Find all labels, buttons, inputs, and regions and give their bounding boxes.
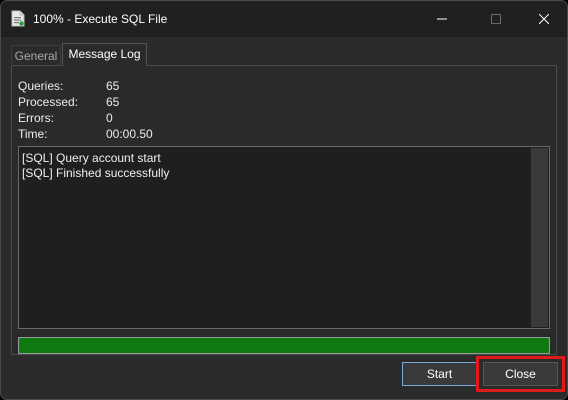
title-bar[interactable]: 100% - Execute SQL File: [1, 1, 567, 37]
time-value: 00:00.50: [106, 127, 153, 141]
close-button[interactable]: Close: [483, 362, 558, 386]
processed-value: 65: [106, 95, 120, 109]
log-line: [SQL] Finished successfully: [22, 166, 170, 180]
log-scrollbar[interactable]: [531, 148, 548, 327]
processed-label: Processed:: [18, 95, 79, 109]
close-icon: [539, 14, 549, 24]
maximize-icon: [491, 14, 501, 24]
progress-bar: [18, 337, 550, 354]
minimize-button[interactable]: [419, 1, 465, 37]
sql-file-icon: [11, 10, 25, 27]
start-button[interactable]: Start: [402, 362, 477, 386]
log-line: [SQL] Query account start: [22, 151, 161, 165]
message-log-textbox[interactable]: [SQL] Query account start [SQL] Finished…: [18, 146, 550, 329]
window-close-button[interactable]: [521, 1, 567, 37]
time-label: Time:: [18, 127, 48, 141]
maximize-button[interactable]: [473, 1, 519, 37]
errors-label: Errors:: [18, 111, 54, 125]
progress-fill: [19, 338, 549, 353]
tab-general[interactable]: General: [11, 45, 61, 64]
execute-sql-dialog: 100% - Execute SQL File General Message …: [0, 0, 568, 400]
tab-message-log[interactable]: Message Log: [62, 43, 147, 66]
queries-label: Queries:: [18, 79, 64, 93]
queries-value: 65: [106, 79, 120, 93]
errors-value: 0: [106, 111, 113, 125]
window-title: 100% - Execute SQL File: [33, 12, 168, 26]
minimize-icon: [437, 18, 447, 20]
